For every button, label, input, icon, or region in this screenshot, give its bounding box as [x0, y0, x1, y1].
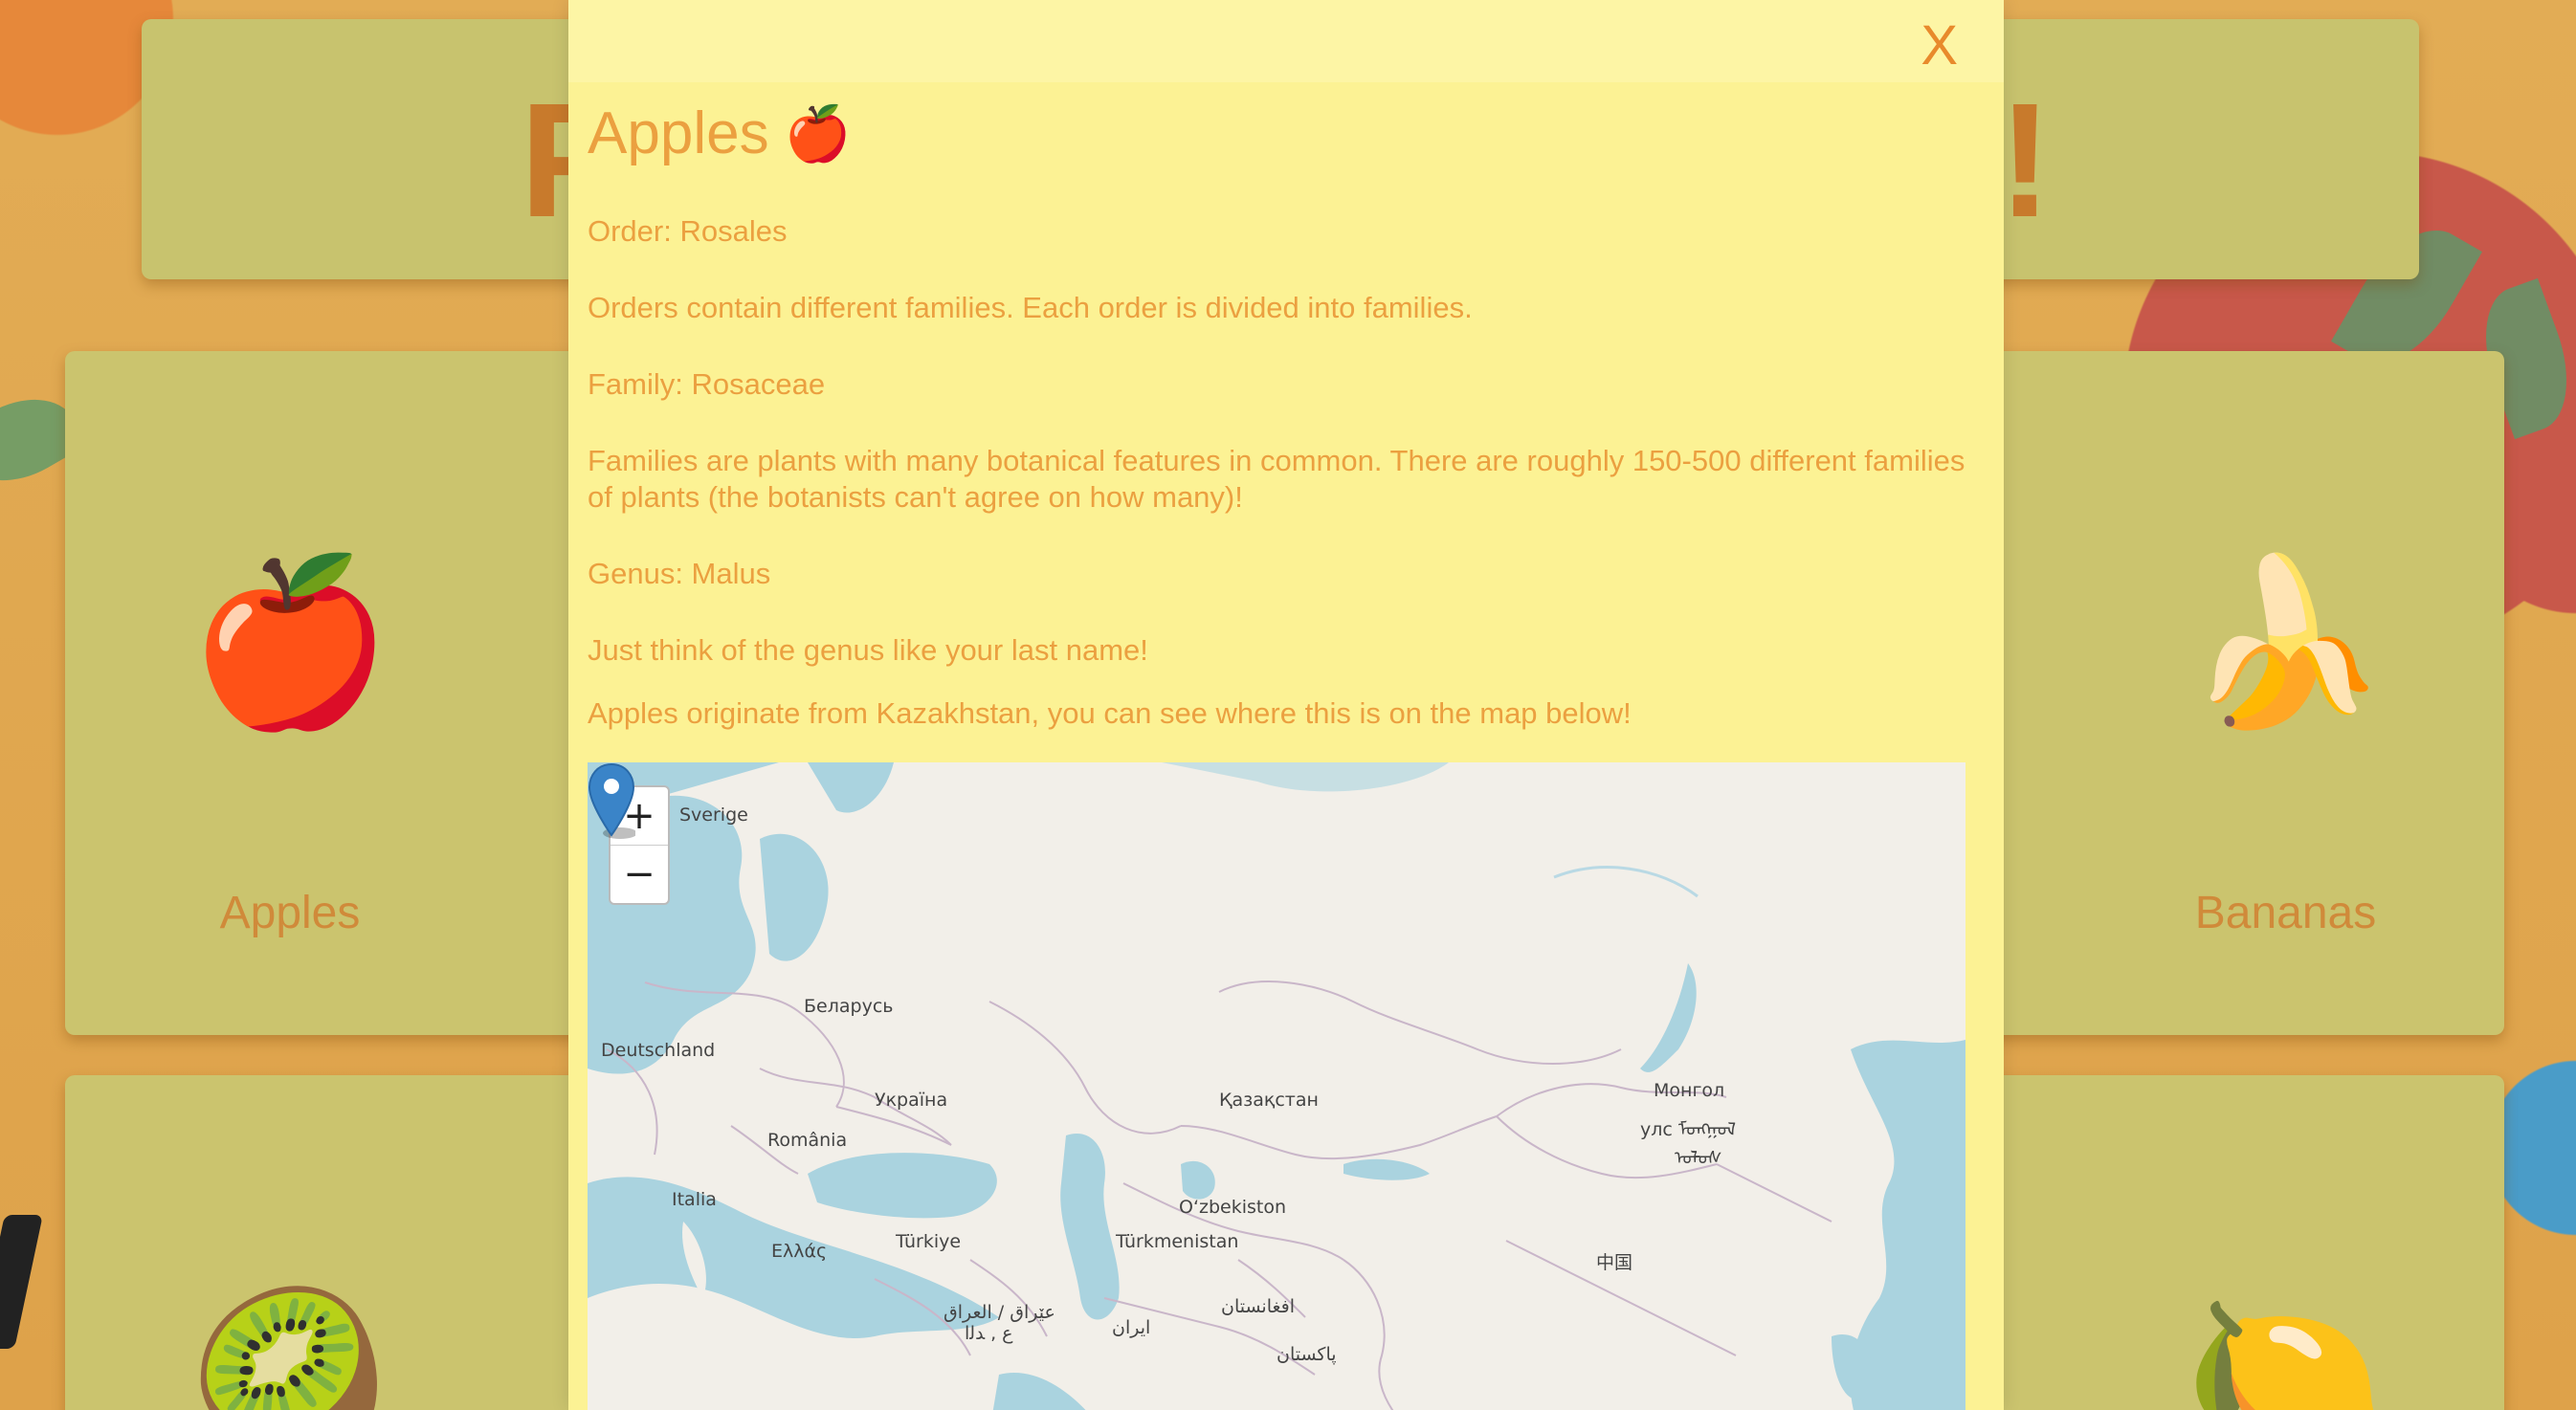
apple-icon: 🍎	[189, 548, 391, 738]
genus-text: Genus: Malus	[588, 557, 771, 590]
map-label-afghanistan: افغانستان	[1221, 1296, 1296, 1317]
family-description: Families are plants with many botanical …	[588, 444, 1965, 514]
modal-title-text: Apples	[588, 100, 769, 166]
apple-icon: 🍎	[784, 102, 852, 164]
map-label-mongol-2: улс ᠮᠤᠩᠭᠤᠯ	[1640, 1119, 1736, 1140]
map-label-belarus: Беларусь	[804, 996, 894, 1017]
family-text: Family: Rosaceae	[588, 367, 826, 401]
fruit-modal: X Apples 🍎 Order: Rosales Orders contain…	[568, 0, 2004, 1410]
map-label-sverige: Sverige	[679, 804, 748, 826]
fruit-card-label: Apples	[219, 888, 361, 938]
modal-topbar: X	[568, 0, 2004, 82]
map-label-iraq: عێراق / العراق	[944, 1302, 1055, 1323]
origin-map[interactable]: + − Sverige Беларусь Deutschland Україна…	[588, 762, 1965, 1410]
map-label-ellas: Ελλάς	[771, 1241, 828, 1262]
map-label-mongol-3: ᠤᠯᠤᠰ	[1675, 1148, 1722, 1169]
map-label-deutschland: Deutschland	[601, 1040, 716, 1061]
map-label-china: 中国	[1596, 1252, 1633, 1273]
map-label-iran: ایران	[1112, 1317, 1151, 1338]
order-description: Orders contain different families. Each …	[588, 291, 1473, 324]
map-label-pakistan: پاکستان	[1277, 1344, 1337, 1365]
zoom-out-button[interactable]: −	[611, 845, 668, 903]
lemon-icon: 🍋	[2184, 1282, 2387, 1410]
map-label-ukraina: Україна	[875, 1090, 948, 1111]
map-label-mongol: Монгол	[1654, 1080, 1725, 1101]
map-label-turkiye: Türkiye	[896, 1231, 962, 1252]
genus-description: Just think of the genus like your last n…	[588, 633, 1148, 667]
map-label-romania: România	[767, 1130, 848, 1151]
map-label-turkmenistan: Türkmenistan	[1116, 1231, 1239, 1252]
fruit-card-label: Bananas	[2194, 888, 2377, 938]
banana-icon: 🍌	[2184, 548, 2387, 738]
close-button[interactable]: X	[1921, 10, 1958, 82]
map-label-iraq-2: ﻉ , ﺪﻟﺍ	[965, 1323, 1013, 1344]
map-label-uzbekiston: O‘zbekiston	[1179, 1197, 1287, 1218]
modal-title: Apples 🍎	[588, 99, 1985, 167]
order-text: Order: Rosales	[588, 214, 788, 248]
kiwi-icon: 🥝	[189, 1282, 391, 1410]
header-title-right: !	[1998, 70, 2056, 252]
background-stroke	[0, 1215, 43, 1349]
map-label-kazakhstan: Қазақстан	[1219, 1090, 1319, 1111]
map-label-italia: Italia	[672, 1189, 717, 1210]
modal-body: Apples 🍎 Order: Rosales Orders contain d…	[568, 99, 2004, 1410]
map-marker-icon[interactable]	[588, 762, 635, 839]
origin-text: Apples originate from Kazakhstan, you ca…	[588, 696, 1632, 730]
